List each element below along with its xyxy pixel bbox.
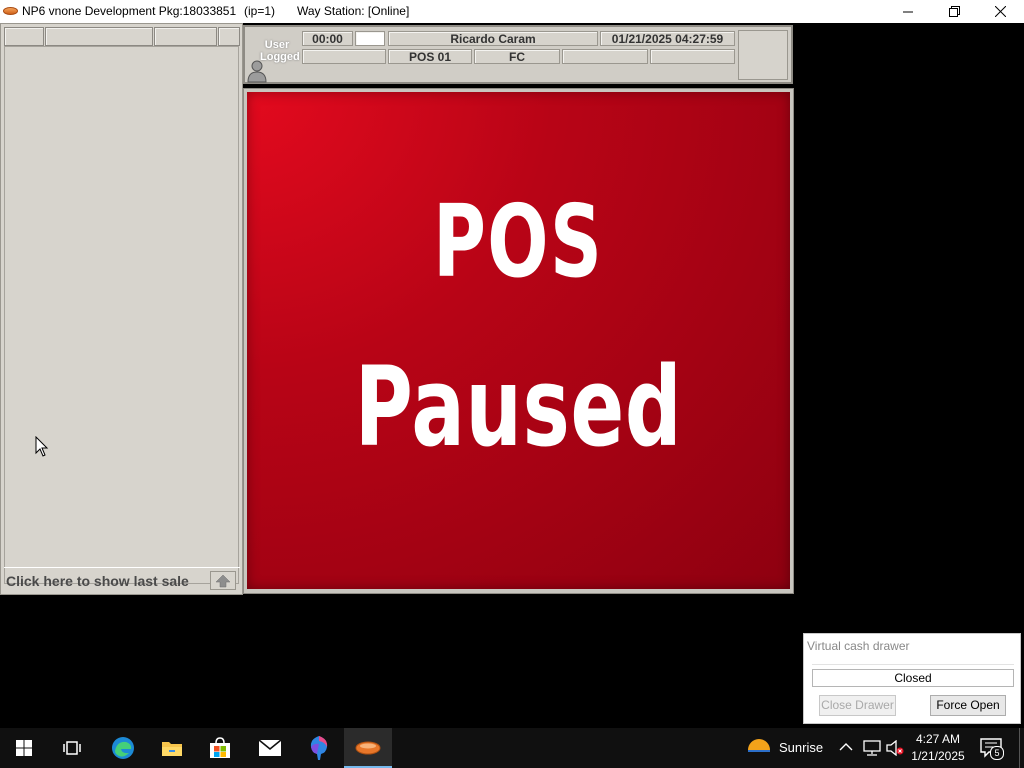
restore-icon	[948, 6, 960, 17]
cash-drawer-status: Closed	[812, 669, 1014, 687]
pos-paused-panel[interactable]: POS Paused	[247, 92, 790, 589]
timer-field: 00:00	[302, 31, 353, 46]
clock-date: 1/21/2025	[911, 749, 965, 763]
windows-start-icon	[16, 740, 32, 756]
empty-field-3	[650, 49, 735, 64]
mail-icon	[258, 739, 282, 756]
window-title-bar[interactable]: NP6 vnone Development Pkg:18033851 (ip=1…	[0, 0, 1024, 23]
task-view-icon	[63, 741, 81, 755]
force-open-button[interactable]: Force Open	[930, 695, 1006, 716]
cash-drawer-title: Virtual cash drawer	[807, 639, 910, 653]
operator-name-field: Ricardo Caram	[388, 31, 598, 46]
edge-icon	[112, 737, 134, 759]
user-icon	[247, 60, 267, 83]
weather-label[interactable]: Sunrise	[779, 740, 823, 755]
tab-2[interactable]	[45, 27, 153, 46]
task-view-button[interactable]	[48, 728, 96, 768]
start-button[interactable]	[0, 728, 48, 768]
minimize-button[interactable]	[885, 0, 931, 23]
file-explorer-button[interactable]	[148, 728, 196, 768]
mouse-cursor-icon	[35, 436, 49, 457]
show-desktop-button[interactable]	[1019, 728, 1024, 768]
pause-title-line2: Paused	[354, 343, 683, 471]
show-last-sale-label[interactable]: Click here to show last sale	[6, 573, 189, 589]
system-clock[interactable]: 4:27 AM 1/21/2025	[908, 731, 968, 765]
tab-4[interactable]	[218, 27, 240, 46]
user-logged-indicator: User Logged	[245, 33, 300, 83]
clock-time: 4:27 AM	[915, 732, 961, 746]
show-hidden-icons-chevron-icon[interactable]	[839, 742, 853, 752]
way-station-status: Way Station: [Online]	[297, 4, 410, 18]
paint-icon	[310, 736, 328, 760]
mail-button[interactable]	[246, 728, 294, 768]
arrow-up-icon	[215, 574, 231, 587]
minimize-icon	[903, 11, 913, 12]
code-field: FC	[474, 49, 560, 64]
window-title: NP6 vnone Development Pkg:18033851	[22, 4, 237, 18]
indicator-field	[355, 31, 385, 46]
pos-status-header: User Logged 00:00 Ricardo Caram 01/21/20…	[243, 25, 793, 84]
sale-panel: Click here to show last sale	[0, 23, 243, 595]
np6-app-icon	[355, 741, 381, 755]
app-icon	[3, 7, 18, 15]
ip-indicator: (ip=1)	[244, 4, 276, 18]
sale-items-list[interactable]	[4, 46, 239, 584]
store-icon	[210, 737, 230, 758]
show-last-sale-bar[interactable]: Click here to show last sale	[4, 567, 240, 591]
action-center-button[interactable]: 5	[978, 736, 1004, 760]
pause-screen-frame: POS Paused	[243, 88, 794, 594]
weather-sunrise-icon[interactable]	[746, 737, 772, 757]
taskbar: Sunrise 4:27 AM 1/21/2025 5	[0, 728, 1024, 768]
close-drawer-button[interactable]: Close Drawer	[819, 695, 896, 716]
logo-box	[738, 30, 788, 80]
datetime-field: 01/21/2025 04:27:59	[600, 31, 735, 46]
np6-app-button[interactable]	[344, 728, 392, 768]
empty-field-1	[302, 49, 386, 64]
close-icon	[994, 6, 1006, 17]
store-button[interactable]	[196, 728, 244, 768]
notification-count-badge: 5	[990, 746, 1004, 760]
pause-title-line1: POS	[433, 183, 604, 300]
virtual-cash-drawer: Virtual cash drawer Closed Close Drawer …	[803, 633, 1021, 724]
tab-1[interactable]	[4, 27, 44, 46]
divider	[812, 664, 1014, 665]
show-last-sale-button[interactable]	[210, 571, 236, 590]
volume-muted-icon[interactable]	[886, 740, 904, 756]
file-explorer-icon	[162, 742, 182, 756]
tab-3[interactable]	[154, 27, 217, 46]
restore-button[interactable]	[931, 0, 977, 23]
sale-panel-tabs	[4, 27, 240, 46]
close-window-button[interactable]	[977, 0, 1023, 23]
terminal-field: POS 01	[388, 49, 472, 64]
empty-field-2	[562, 49, 648, 64]
edge-button[interactable]	[99, 728, 147, 768]
paint-button[interactable]	[295, 728, 343, 768]
network-icon[interactable]	[863, 740, 881, 756]
